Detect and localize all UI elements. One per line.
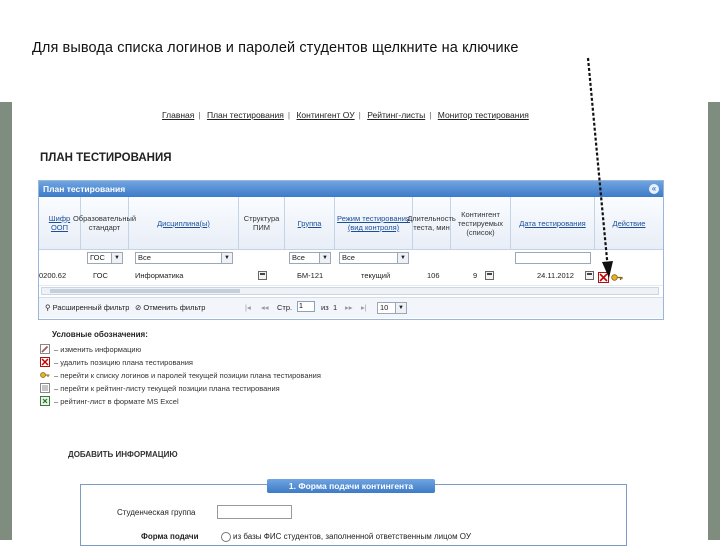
prev-page-icon[interactable]: ◂◂ [261, 303, 269, 312]
discipline-filter-value: Все [138, 253, 151, 262]
cell-discipline: Информатика [135, 271, 184, 280]
col-date[interactable]: Дата тестирования [511, 197, 595, 249]
delete-icon[interactable] [598, 270, 609, 283]
grid-header: План тестирования « [39, 181, 663, 197]
group-filter[interactable]: Все ▼ [289, 252, 331, 264]
nav-separator: | [358, 110, 361, 120]
nav-separator: | [198, 110, 201, 120]
column-headers: Шифр ООП Образовательный стандарт Дисцип… [39, 197, 663, 250]
pager-bar: ⚲ Расширенный фильтр ⊘ Отменить фильтр |… [39, 297, 663, 318]
legend-text: – удалить позицию плана тестирования [54, 358, 193, 367]
legend-text: – рейтинг-лист в формате MS Excel [54, 397, 179, 406]
legend: Условные обозначения: – изменить информа… [40, 330, 420, 430]
chevron-down-icon: ▼ [319, 253, 330, 263]
col-contingent[interactable]: Контингент тестируемых (список) [451, 197, 511, 249]
group-filter-value: Все [292, 253, 305, 262]
horizontal-scrollbar[interactable] [41, 287, 659, 295]
ext-filter-button[interactable]: ⚲ Расширенный фильтр [45, 303, 129, 312]
page-size-select[interactable]: 10 ▼ [377, 302, 407, 314]
grid-title: План тестирования [43, 184, 126, 194]
top-navigation: Главная | План тестирования | Контингент О… [162, 110, 529, 120]
cell-count: 9 [473, 271, 478, 280]
chevron-down-icon: ▼ [111, 253, 122, 263]
form-tab-title: 1. Форма подачи контингента [267, 479, 435, 493]
legend-header: Условные обозначения: [52, 330, 148, 339]
table-row: 0200.62 ГОС Информатика БМ-121 текущий 1… [39, 267, 663, 286]
rating-sheet-icon [40, 383, 50, 393]
standard-filter[interactable]: ГОС ▼ [87, 252, 123, 264]
radio-fis-base[interactable] [221, 532, 231, 542]
page-total: 1 [333, 303, 338, 312]
cell-group: БМ-121 [297, 271, 324, 280]
page-of-label: из [321, 303, 329, 312]
page-title: ПЛАН ТЕСТИРОВАНИЯ [40, 152, 172, 164]
cancel-filter-label: Отменить фильтр [143, 303, 206, 312]
legend-text: – изменить информацию [54, 345, 142, 354]
web-page: Главная | План тестирования | Контингент О… [12, 102, 708, 546]
nav-test-plan[interactable]: План тестирования [207, 110, 284, 120]
structure-view-icon[interactable] [258, 271, 267, 280]
group-input[interactable] [217, 505, 292, 519]
nav-monitor[interactable]: Монитор тестирования [438, 110, 529, 120]
mode-filter[interactable]: Все ▼ [339, 252, 409, 264]
first-page-icon[interactable]: |◂ [245, 303, 251, 312]
add-info-heading: ДОБАВИТЬ ИНФОРМАЦИЮ [68, 450, 178, 459]
mode-filter-value: Все [342, 253, 355, 262]
filter-row: ГОС ▼ Все ▼ Все ▼ Все ▼ [39, 249, 663, 268]
col-standard[interactable]: Образовательный стандарт [73, 197, 136, 249]
pencil-icon [40, 344, 50, 354]
last-page-icon[interactable]: ▸| [361, 303, 367, 312]
col-action[interactable]: Действие [595, 197, 663, 249]
contingent-form: 1. Форма подачи контингента Студенческая… [80, 479, 627, 546]
standard-filter-value: ГОС [90, 253, 105, 262]
page-size-value: 10 [380, 303, 389, 312]
test-plan-grid: План тестирования « Шифр ООП Образовател… [38, 180, 664, 320]
chevron-down-icon: ▼ [221, 253, 232, 263]
col-duration[interactable]: Длительность теста, мин [407, 197, 456, 249]
nav-main[interactable]: Главная [162, 110, 194, 120]
cell-code: 0200.62 [39, 271, 67, 280]
discipline-filter[interactable]: Все ▼ [135, 252, 233, 264]
col-discipline[interactable]: Дисциплина(ы) [129, 197, 239, 249]
instruction-caption: Для вывода списка логинов и паролей студ… [32, 40, 519, 56]
collapse-icon[interactable]: « [649, 184, 659, 194]
chevron-down-icon: ▼ [397, 253, 408, 263]
date-filter[interactable] [515, 252, 591, 264]
page-label: Стр. [277, 303, 293, 312]
scrollbar-thumb[interactable] [50, 289, 240, 293]
key-icon[interactable] [611, 270, 623, 281]
cell-date: 24.11.2012 [537, 271, 574, 280]
col-group[interactable]: Группа [285, 197, 335, 249]
cell-duration: 106 [427, 271, 440, 280]
cancel-filter-button[interactable]: ⊘ Отменить фильтр [135, 303, 205, 312]
chevron-down-icon: ▼ [395, 303, 406, 313]
nav-separator: | [287, 110, 291, 120]
col-mode[interactable]: Режим тестирования (вид контроля) [335, 197, 413, 249]
delete-icon [40, 357, 50, 367]
key-icon [40, 370, 50, 380]
col-structure[interactable]: Структура ПИМ [239, 197, 285, 249]
group-label: Студенческая группа [117, 508, 196, 517]
page-number-input[interactable] [297, 301, 315, 312]
ext-filter-label: Расширенный фильтр [52, 303, 130, 312]
screenshot-frame: Главная | План тестирования | Контингент О… [0, 102, 720, 546]
excel-icon [40, 396, 50, 406]
next-page-icon[interactable]: ▸▸ [345, 303, 353, 312]
calendar-icon[interactable] [585, 271, 594, 280]
nav-separator: | [429, 110, 432, 120]
cell-standard: ГОС [93, 271, 108, 280]
contingent-list-icon[interactable] [485, 271, 494, 280]
nav-contingent[interactable]: Контингент ОУ [296, 110, 354, 120]
cell-mode: текущий [361, 271, 391, 280]
nav-rating[interactable]: Рейтинг-листы [367, 110, 425, 120]
legend-text: – перейти к рейтинг-листу текущей позици… [54, 384, 280, 393]
legend-text: – перейти к списку логинов и паролей тек… [54, 371, 321, 380]
